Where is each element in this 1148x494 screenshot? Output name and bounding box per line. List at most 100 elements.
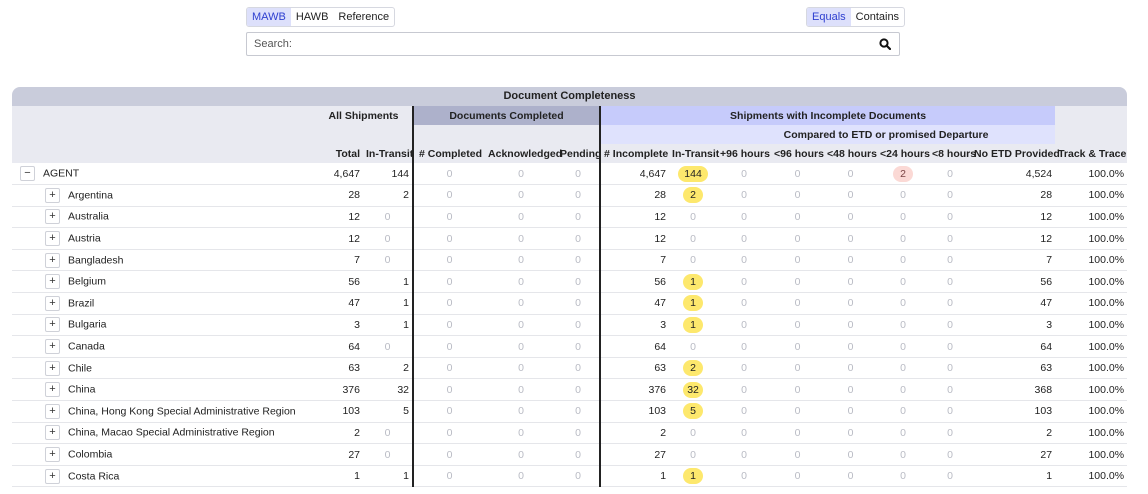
cell-value: 0 (690, 232, 696, 245)
cell-value: 0 (446, 318, 453, 331)
collapse-button[interactable]: − (20, 166, 35, 182)
table-row[interactable]: + Canada 64 0 0 0 0 64 0 0 0 0 0 0 64 100.0% (12, 335, 1128, 358)
cell-value: 0 (575, 470, 581, 483)
col-lt-24-hours[interactable]: <24 hours (877, 144, 930, 163)
cell-pending: 0 (557, 314, 601, 337)
col-lt-8-hours[interactable]: <8 hours (929, 144, 976, 163)
cell-lt-96-hours: 0 (771, 249, 825, 272)
expand-button[interactable]: + (45, 360, 60, 376)
col-completed[interactable]: # Completed (412, 144, 486, 163)
cell-value: 0 (446, 448, 453, 461)
cell-value: 64 (654, 340, 667, 353)
col-total[interactable]: Total (315, 144, 363, 163)
cell-plus-96-hours: 0 (717, 206, 772, 229)
cell-value: 0 (575, 297, 581, 310)
expand-button[interactable]: + (45, 187, 60, 203)
equals-option[interactable]: Equals (807, 8, 851, 26)
cell-value: 100.0% (1088, 232, 1125, 245)
cell-incomplete: 7 (599, 249, 670, 272)
search-input[interactable] (247, 34, 875, 54)
cell-lt-8-hours: 0 (929, 163, 972, 186)
col-incomplete-in-transit[interactable]: In-Transit (669, 144, 719, 163)
table-row[interactable]: + Austria 12 0 0 0 0 12 0 0 0 0 0 0 12 100.0% (12, 227, 1128, 250)
cell-lt-48-hours: 0 (824, 227, 878, 250)
cell-no-etd: 63 (971, 357, 1056, 380)
col-lt-48-hours[interactable]: <48 hours (824, 144, 878, 163)
expand-button[interactable]: + (45, 425, 60, 441)
cell-no-etd: 1 (971, 465, 1056, 488)
cell-value: 0 (575, 405, 581, 418)
expand-button[interactable]: + (45, 403, 60, 419)
cell-lt-48-hours: 0 (824, 163, 878, 186)
expand-button[interactable]: + (45, 252, 60, 268)
cell-value: 0 (446, 275, 453, 288)
cell-lt-24-hours: 0 (877, 227, 930, 250)
cell-value: 28 (654, 189, 667, 202)
cell-value: 0 (900, 383, 906, 396)
cell-value: 0 (947, 318, 953, 331)
cell-value: 1 (1046, 470, 1053, 483)
row-name: Austria (68, 232, 101, 245)
expand-button[interactable]: + (45, 468, 60, 484)
cell-incomplete-in-transit: 0 (669, 443, 718, 466)
col-plus-96-hours[interactable]: +96 hours (717, 144, 772, 163)
contains-option[interactable]: Contains (851, 8, 904, 26)
table-row[interactable]: + China 376 32 0 0 0 376 32 0 0 0 0 0 368 100.0% (12, 378, 1128, 402)
cell-value: 0 (900, 210, 906, 223)
cell-value: 0 (518, 297, 524, 310)
document-completeness-grid: Document Completeness All Shipments Docu… (12, 87, 1128, 488)
expand-button[interactable]: + (45, 382, 60, 398)
cell-value: 0 (446, 426, 453, 439)
table-row[interactable]: + Belgium 56 1 0 0 0 56 1 0 0 0 0 0 56 100.0% (12, 270, 1128, 294)
expand-button[interactable]: + (45, 209, 60, 225)
cell-incomplete-in-transit: 32 (669, 378, 718, 402)
cell-value: 0 (847, 189, 854, 202)
cell-value: 0 (446, 232, 453, 245)
expand-button[interactable]: + (45, 231, 60, 247)
cell-value: 376 (342, 383, 360, 396)
col-pending[interactable]: Pending (557, 144, 601, 163)
cell-incomplete: 12 (599, 206, 670, 229)
col-incomplete[interactable]: # Incomplete (599, 144, 670, 163)
cell-lt-8-hours: 0 (929, 227, 972, 250)
expand-button[interactable]: + (45, 339, 60, 355)
hawb-option[interactable]: HAWB (291, 8, 334, 26)
cell-lt-24-hours: 0 (877, 422, 930, 445)
expand-button[interactable]: + (45, 317, 60, 333)
agent-row[interactable]: − AGENT 4,647 144 0 0 0 4,647 144 0 0 0 2 0 4,524 100.0… (12, 163, 1128, 186)
table-row[interactable]: + Bulgaria 3 1 0 0 0 3 1 0 0 0 0 0 3 100.0% (12, 314, 1128, 337)
cell-value: 0 (446, 383, 453, 396)
table-row[interactable]: + Bangladesh 7 0 0 0 0 7 0 0 0 0 0 0 7 100.0% (12, 249, 1128, 272)
table-row[interactable]: + Brazil 47 1 0 0 0 47 1 0 0 0 0 0 47 100.0% (12, 292, 1128, 315)
cell-track-trace: 100.0% (1055, 249, 1128, 272)
cell-value: 1 (403, 318, 410, 331)
col-no-etd[interactable]: No ETD Provided (971, 144, 1060, 163)
col-in-transit[interactable]: In-Transit (363, 144, 413, 163)
col-lt-96-hours[interactable]: <96 hours (771, 144, 825, 163)
expand-button[interactable]: + (45, 447, 60, 463)
cell-value: 0 (847, 167, 854, 180)
cell-value: 100.0% (1088, 405, 1125, 418)
expand-button[interactable]: + (45, 295, 60, 311)
table-row[interactable]: + Chile 63 2 0 0 0 63 2 0 0 0 0 0 63 100.0% (12, 357, 1128, 380)
table-row[interactable]: + Argentina 28 2 0 0 0 28 2 0 0 0 0 0 28 100.0% (12, 184, 1128, 207)
col-acknowledged[interactable]: Acknowledged (485, 144, 562, 163)
mawb-option[interactable]: MAWB (247, 8, 291, 26)
table-row[interactable]: + Costa Rica 1 1 0 0 0 1 1 0 0 0 0 0 1 100.0% (12, 465, 1128, 488)
cell-value: 47 (1040, 297, 1053, 310)
table-row[interactable]: + China, Hong Kong Special Administrative… (12, 400, 1128, 423)
cell-value: 0 (575, 189, 581, 202)
table-row[interactable]: + China, Macao Special Administrative Reg… (12, 422, 1128, 445)
expand-button[interactable]: + (45, 274, 60, 290)
cell-incomplete: 3 (599, 314, 670, 337)
cell-value: 27 (654, 448, 667, 461)
cell-incomplete: 27 (599, 443, 670, 466)
cell-track-trace: 100.0% (1055, 292, 1128, 315)
reference-option[interactable]: Reference (333, 8, 394, 26)
search-icon[interactable] (875, 34, 895, 54)
col-track-trace[interactable]: Track & Trace (1055, 144, 1128, 163)
in-transit-badge: 1 (683, 295, 704, 312)
table-row[interactable]: + Colombia 27 0 0 0 0 27 0 0 0 0 0 0 27 100.0% (12, 443, 1128, 466)
row-name: China (68, 383, 96, 396)
table-row[interactable]: + Australia 12 0 0 0 0 12 0 0 0 0 0 0 12 100.0% (12, 206, 1128, 229)
